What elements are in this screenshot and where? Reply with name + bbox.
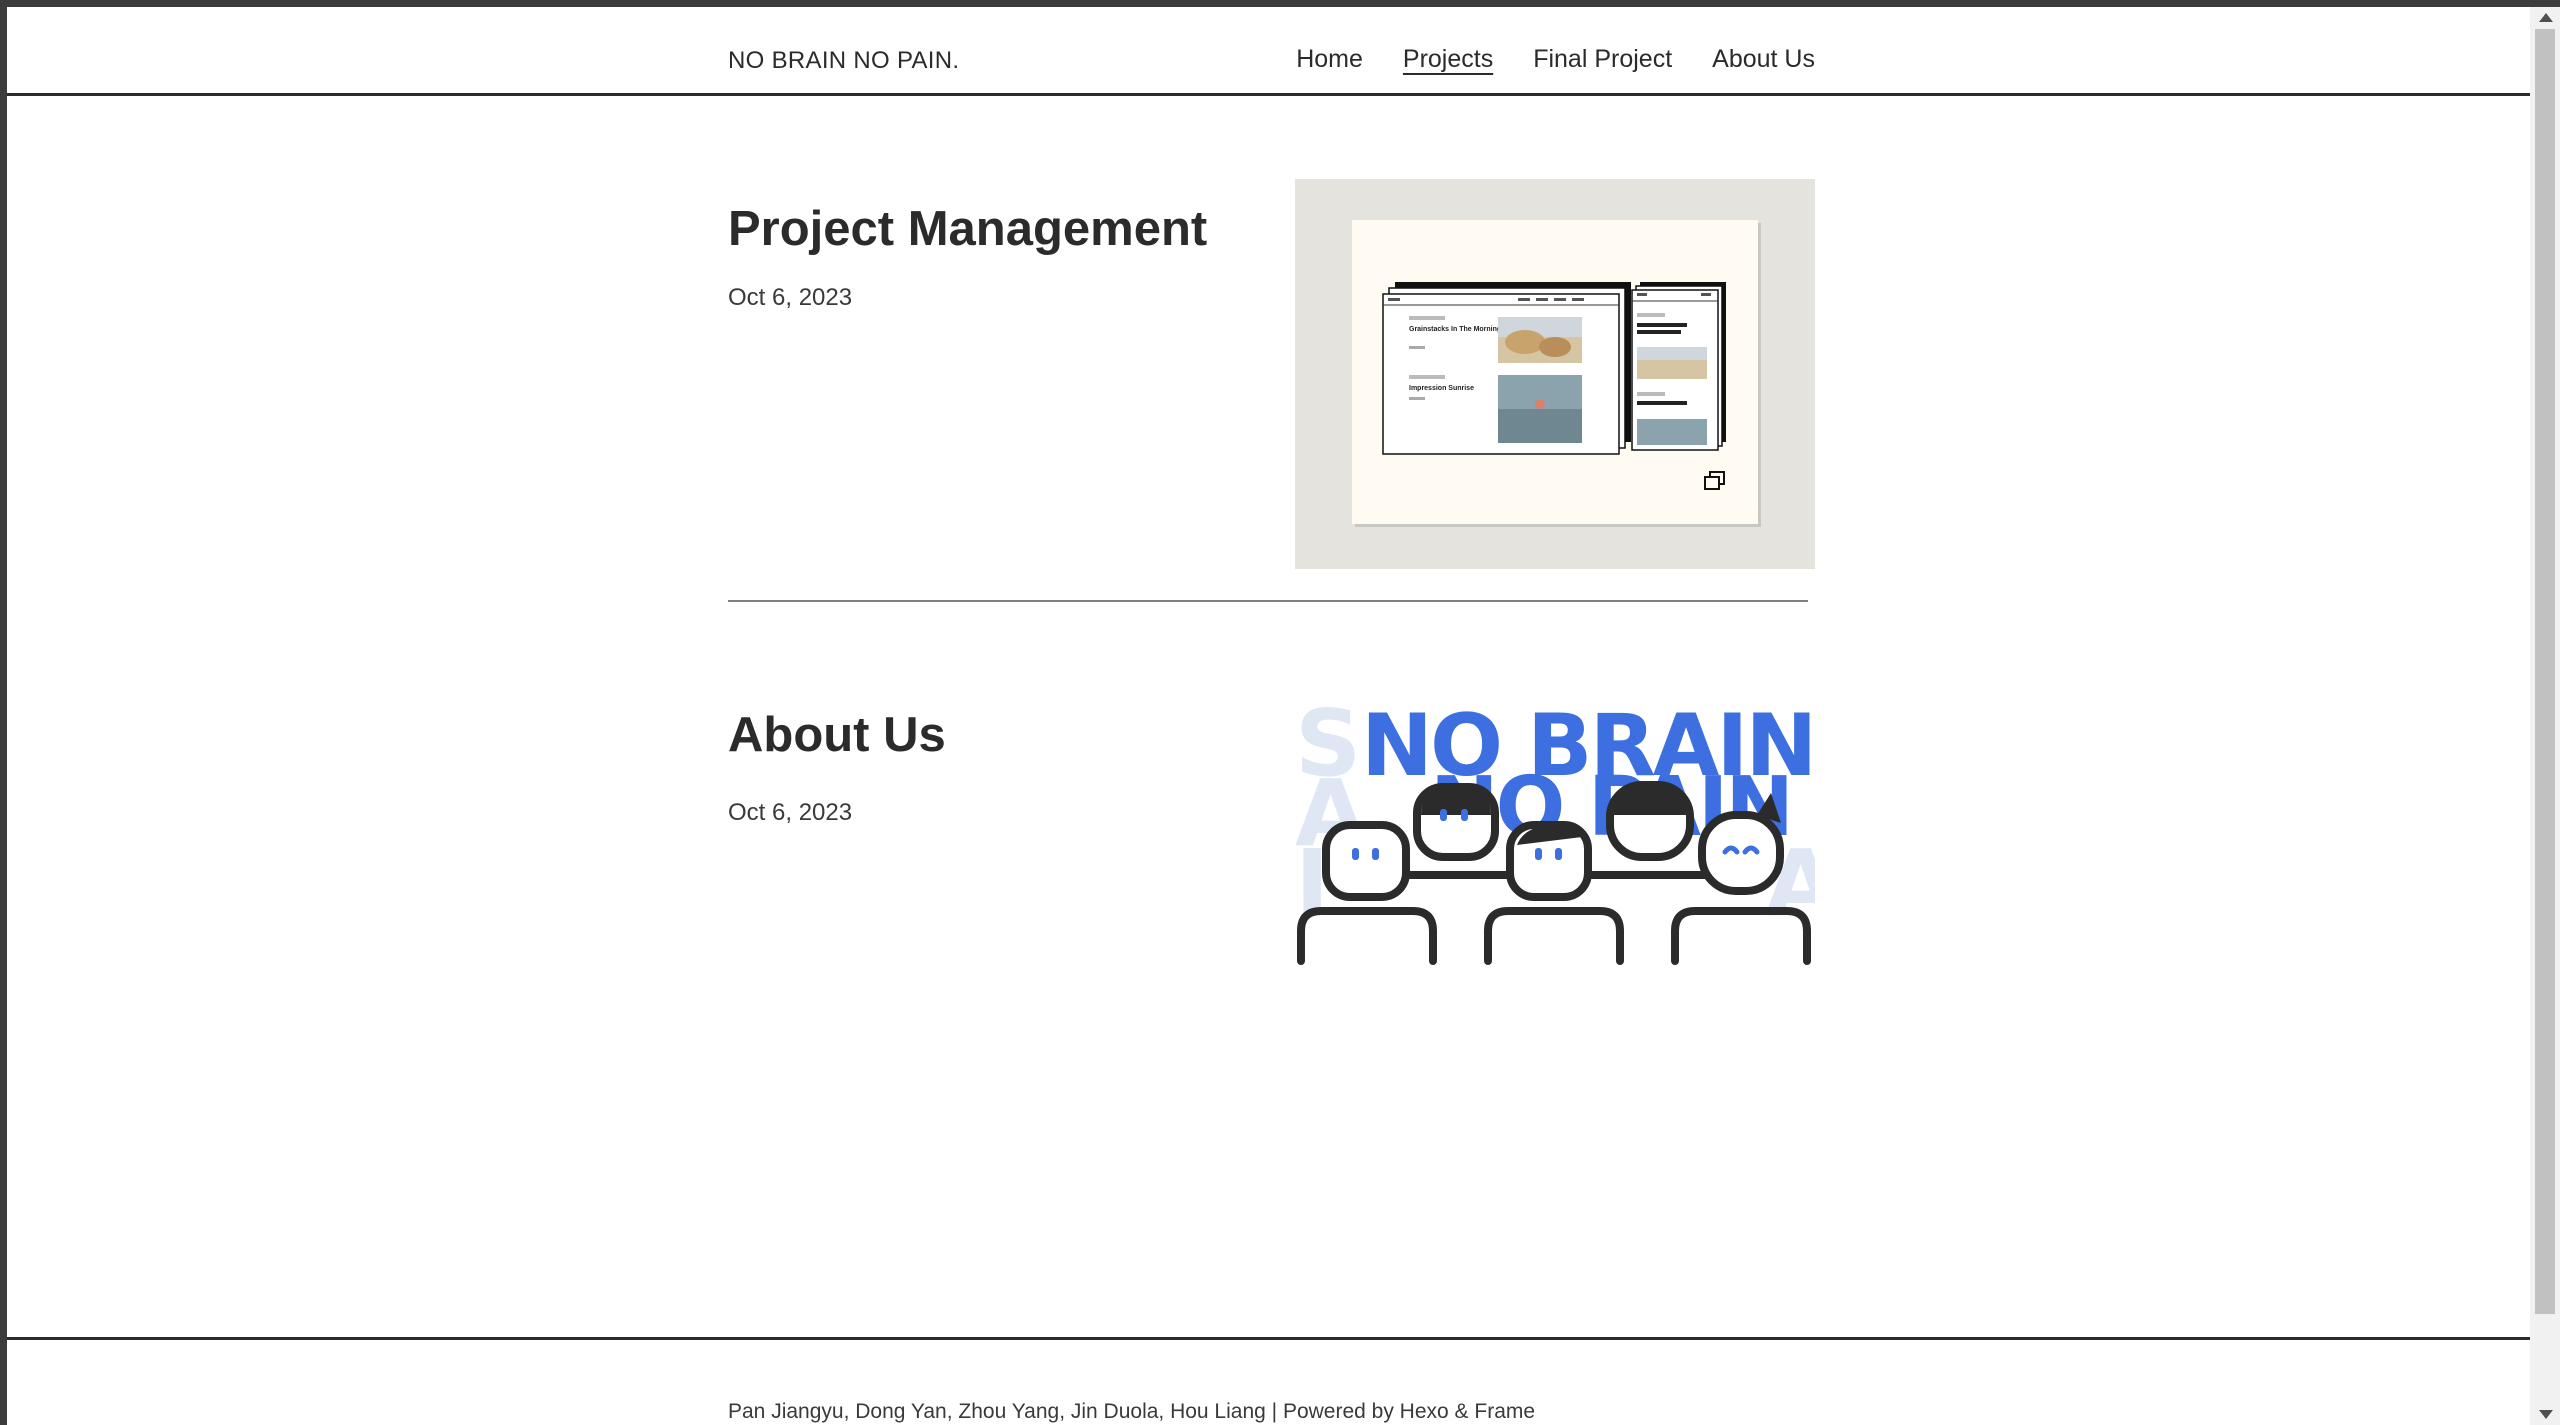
scroll-up-arrow-icon[interactable]: [2539, 13, 2553, 22]
site-footer: Pan Jiangyu, Dong Yan, Zhou Yang, Jin Du…: [7, 1337, 2530, 1425]
post-date: Oct 6, 2023: [728, 799, 853, 826]
scroll-down-arrow-icon[interactable]: [2539, 1410, 2553, 1419]
site-header: NO BRAIN NO PAIN. Home Projects Final Pr…: [7, 7, 2530, 96]
post-divider: [728, 600, 1808, 602]
team-logo-image[interactable]: S A I A NO BRAIN NO PAIN: [1295, 697, 1815, 967]
scrollbar-thumb[interactable]: [2535, 29, 2555, 1314]
footer-separator: |: [1265, 1400, 1283, 1423]
browser-viewport: NO BRAIN NO PAIN. Home Projects Final Pr…: [7, 7, 2530, 1425]
footer-powered-by-link[interactable]: Powered by Hexo & Frame: [1283, 1400, 1535, 1423]
vertical-scrollbar[interactable]: [2530, 7, 2560, 1425]
nav-home[interactable]: Home: [1296, 45, 1363, 74]
nav-about-us[interactable]: About Us: [1712, 45, 1815, 74]
mockup-post2-title: Impression Sunrise: [1409, 385, 1474, 392]
nav-projects[interactable]: Projects: [1403, 45, 1493, 74]
post-date: Oct 6, 2023: [728, 284, 853, 311]
nav-final-project[interactable]: Final Project: [1533, 45, 1672, 74]
site-title[interactable]: NO BRAIN NO PAIN.: [728, 47, 959, 75]
footer-credits: Pan Jiangyu, Dong Yan, Zhou Yang, Jin Du…: [728, 1400, 1266, 1423]
post-title[interactable]: About Us: [728, 707, 946, 763]
post-title[interactable]: Project Management: [728, 201, 1207, 257]
post-thumbnail[interactable]: Grainstacks In The Morning Effect Impres…: [1295, 179, 1815, 569]
main-nav: Home Projects Final Project About Us: [1296, 45, 1815, 74]
footer-text: Pan Jiangyu, Dong Yan, Zhou Yang, Jin Du…: [728, 1400, 1535, 1424]
